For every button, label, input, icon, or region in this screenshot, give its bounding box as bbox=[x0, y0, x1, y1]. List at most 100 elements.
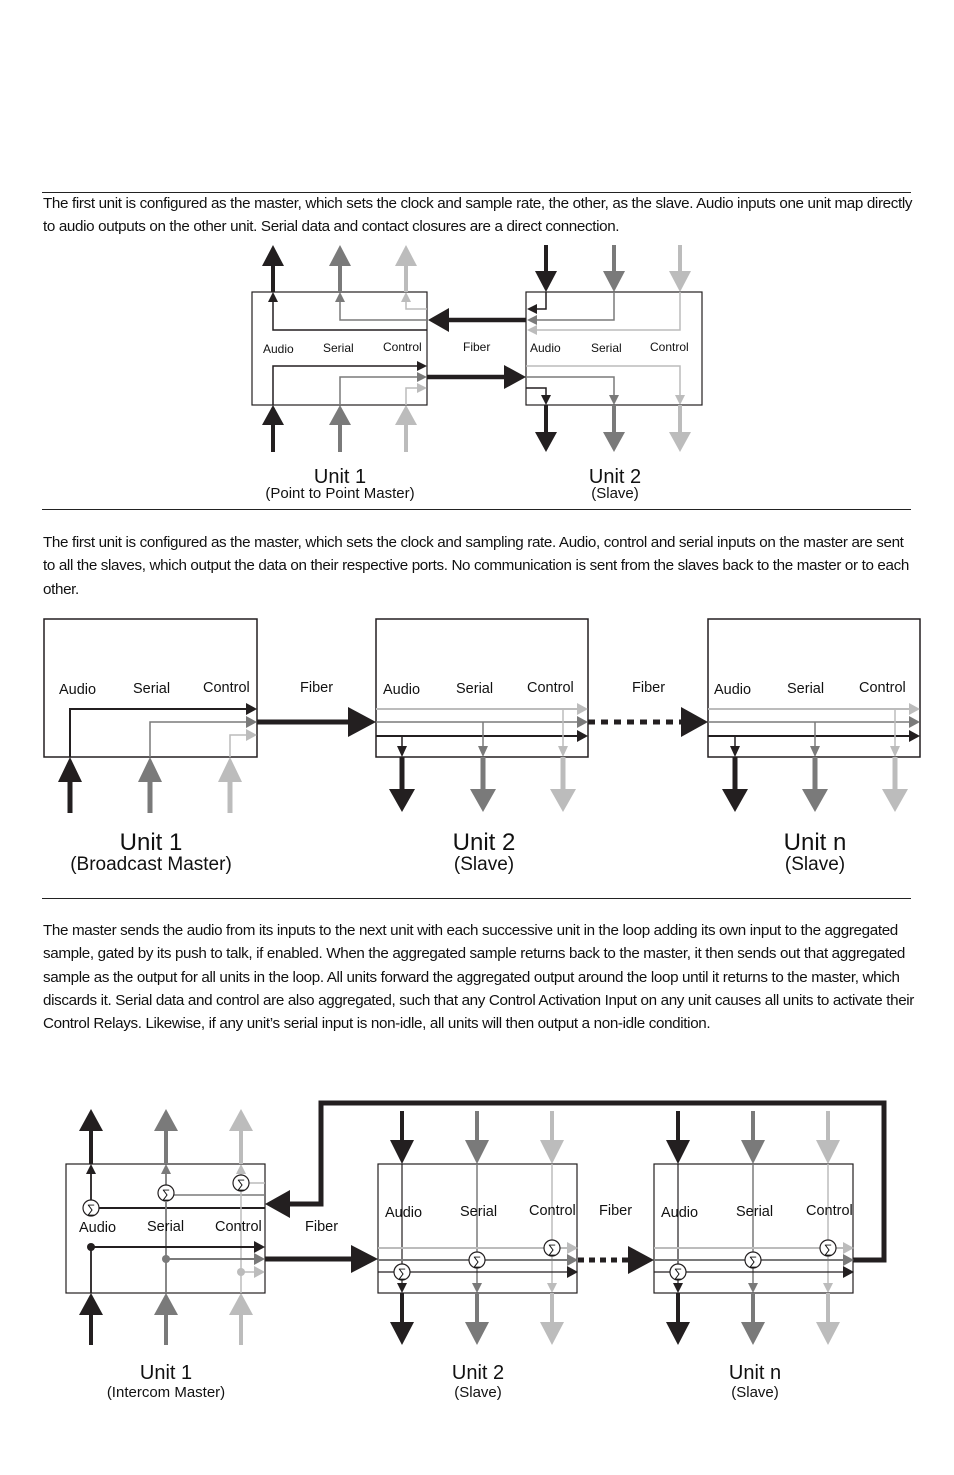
unit-2-control-label: Control bbox=[650, 340, 689, 354]
unit-2-control-input-arrow bbox=[669, 245, 691, 292]
unit-n-title: Unit n bbox=[784, 829, 847, 856]
unit-1-serial-input-arrow bbox=[329, 405, 351, 452]
unit-2-control-input-arrow bbox=[540, 1111, 564, 1164]
unit-2-audio-output-arrow bbox=[389, 757, 415, 812]
unit-n-audio-label: Audio bbox=[661, 1205, 698, 1221]
unit-n-audio-input-arrow bbox=[666, 1111, 690, 1164]
unit-1-audio-input-arrow bbox=[58, 757, 82, 813]
unit-2-serial-output-arrow bbox=[603, 405, 625, 452]
unit-1-audio-label: Audio bbox=[59, 682, 96, 698]
broadcast-description: The first unit is configured as the mast… bbox=[43, 534, 909, 598]
unit-2-subtitle: (Slave) bbox=[454, 1384, 502, 1401]
svg-text:∑: ∑ bbox=[548, 1242, 557, 1256]
unit-1-serial-label: Serial bbox=[133, 681, 170, 697]
unit-2-control-sum-node: ∑ bbox=[543, 1239, 561, 1257]
point-to-point-description: The first unit is configured as the mast… bbox=[43, 195, 913, 236]
unit-1-control-input-arrow bbox=[229, 1293, 253, 1345]
intercom-description: The master sends the audio from its inpu… bbox=[43, 922, 915, 1033]
svg-text:∑: ∑ bbox=[674, 1266, 683, 1280]
unit-1-serial-sum-node: ∑ bbox=[157, 1184, 175, 1202]
unit-1-audio-label: Audio bbox=[79, 1220, 116, 1236]
unit-1-control-label: Control bbox=[215, 1219, 262, 1235]
svg-text:∑: ∑ bbox=[749, 1254, 758, 1268]
unit-1-title: Unit 1 bbox=[120, 829, 183, 856]
unit-2-control-output-arrow bbox=[550, 757, 576, 812]
unit-n-serial-sum-node: ∑ bbox=[744, 1251, 762, 1269]
unit-1-serial-label: Serial bbox=[323, 341, 354, 355]
svg-text:∑: ∑ bbox=[162, 1187, 171, 1201]
unit-n-serial-input-arrow bbox=[741, 1111, 765, 1164]
unit-1-audio-label: Audio bbox=[263, 342, 294, 356]
unit-2-audio-input-arrow bbox=[535, 245, 557, 292]
unit-2-audio-output-arrow bbox=[390, 1293, 414, 1345]
unit-2-subtitle: (Slave) bbox=[454, 854, 514, 875]
unit-2-audio-sum-node: ∑ bbox=[393, 1263, 411, 1281]
unit-n-control-output-arrow bbox=[816, 1293, 840, 1345]
fiber-loop-return bbox=[285, 1100, 887, 1263]
unit-2-audio-to-fiber-path bbox=[536, 292, 547, 310]
unit-1-control-forward-path bbox=[405, 387, 418, 405]
unit-1-serial-output-arrow bbox=[329, 245, 351, 292]
svg-text:∑: ∑ bbox=[398, 1266, 407, 1280]
unit-1-serial-input-arrow bbox=[138, 757, 162, 813]
unit-n-control-input-arrow bbox=[816, 1111, 840, 1164]
unit-1-audio-input-arrow bbox=[79, 1293, 103, 1345]
unit-2-serial-input-arrow bbox=[603, 245, 625, 292]
unit-2-control-label: Control bbox=[529, 1203, 576, 1219]
intercom-diagram: ∑ ∑ ∑ Audio Serial Control Fiber ∑ ∑ ∑ A… bbox=[65, 1100, 887, 1401]
fiber-link-1 bbox=[257, 707, 376, 737]
unit-1-serial-output-arrow bbox=[154, 1109, 178, 1164]
unit-1-control-input-arrow bbox=[218, 757, 242, 813]
svg-text:∑: ∑ bbox=[473, 1254, 482, 1268]
unit-2-title: Unit 2 bbox=[453, 829, 516, 856]
unit-2-audio-output-arrow bbox=[535, 405, 557, 452]
unit-2-audio-input-arrow bbox=[390, 1111, 414, 1164]
unit-2-serial-sum-node: ∑ bbox=[468, 1251, 486, 1269]
broadcast-diagram: Audio Serial Control Fiber Audio Serial … bbox=[43, 618, 921, 875]
unit-2-serial-label: Serial bbox=[456, 681, 493, 697]
fiber-link-1 bbox=[265, 1245, 378, 1273]
unit-1-control-input-arrow bbox=[395, 405, 417, 452]
unit-2-control-from-fiber-path bbox=[526, 365, 681, 398]
fiber-link-return bbox=[428, 308, 526, 332]
unit-1-subtitle: (Point to Point Master) bbox=[265, 485, 414, 502]
unit-2-serial-output-arrow bbox=[470, 757, 496, 812]
unit-2-control-to-fiber-path bbox=[536, 292, 681, 331]
unit-1-audio-forward-path bbox=[69, 708, 247, 757]
unit-n-serial-label: Serial bbox=[787, 681, 824, 697]
unit-n-control-sum-node: ∑ bbox=[819, 1239, 837, 1257]
unit-n-audio-output-arrow bbox=[722, 757, 748, 812]
unit-1-subtitle: (Broadcast Master) bbox=[70, 854, 232, 875]
fiber-link-2-dotted bbox=[578, 1246, 654, 1274]
unit-2-serial-label: Serial bbox=[460, 1204, 497, 1220]
unit-2-audio-label: Audio bbox=[530, 341, 561, 355]
unit-1-audio-output-arrow bbox=[262, 245, 284, 292]
section-divider bbox=[42, 509, 911, 510]
svg-text:∑: ∑ bbox=[87, 1202, 96, 1216]
unit-1-serial-label: Serial bbox=[147, 1219, 184, 1235]
unit-2-serial-input-arrow bbox=[465, 1111, 489, 1164]
unit-2-audio-label: Audio bbox=[385, 1205, 422, 1221]
fiber-link-forward bbox=[427, 365, 526, 389]
unit-n-serial-output-arrow bbox=[802, 757, 828, 812]
fiber-label-1: Fiber bbox=[300, 680, 333, 696]
unit-1-serial-forward-path bbox=[149, 721, 247, 757]
unit-n-subtitle: (Slave) bbox=[731, 1384, 779, 1401]
unit-1-control-output-arrow bbox=[229, 1109, 253, 1164]
point-to-point-diagram: Audio Serial Control Fiber Audio Serial … bbox=[251, 245, 703, 502]
unit-1-audio-sum-node: ∑ bbox=[82, 1199, 100, 1217]
unit-2-control-output-arrow bbox=[540, 1293, 564, 1345]
unit-n-title: Unit n bbox=[729, 1362, 781, 1384]
fiber-label: Fiber bbox=[463, 340, 490, 354]
unit-2-title: Unit 2 bbox=[452, 1362, 504, 1384]
unit-n-control-label: Control bbox=[806, 1203, 853, 1219]
unit-1-serial-return-path bbox=[339, 302, 427, 321]
unit-1-control-output-arrow bbox=[395, 245, 417, 292]
unit-1-control-return-path bbox=[405, 302, 427, 310]
unit-1-control-label: Control bbox=[383, 340, 422, 354]
unit-2-serial-label: Serial bbox=[591, 341, 622, 355]
unit-1-serial-input-arrow bbox=[154, 1293, 178, 1345]
svg-text:∑: ∑ bbox=[237, 1177, 246, 1191]
unit-2-control-label: Control bbox=[527, 680, 574, 696]
fiber-label-2: Fiber bbox=[599, 1203, 632, 1219]
